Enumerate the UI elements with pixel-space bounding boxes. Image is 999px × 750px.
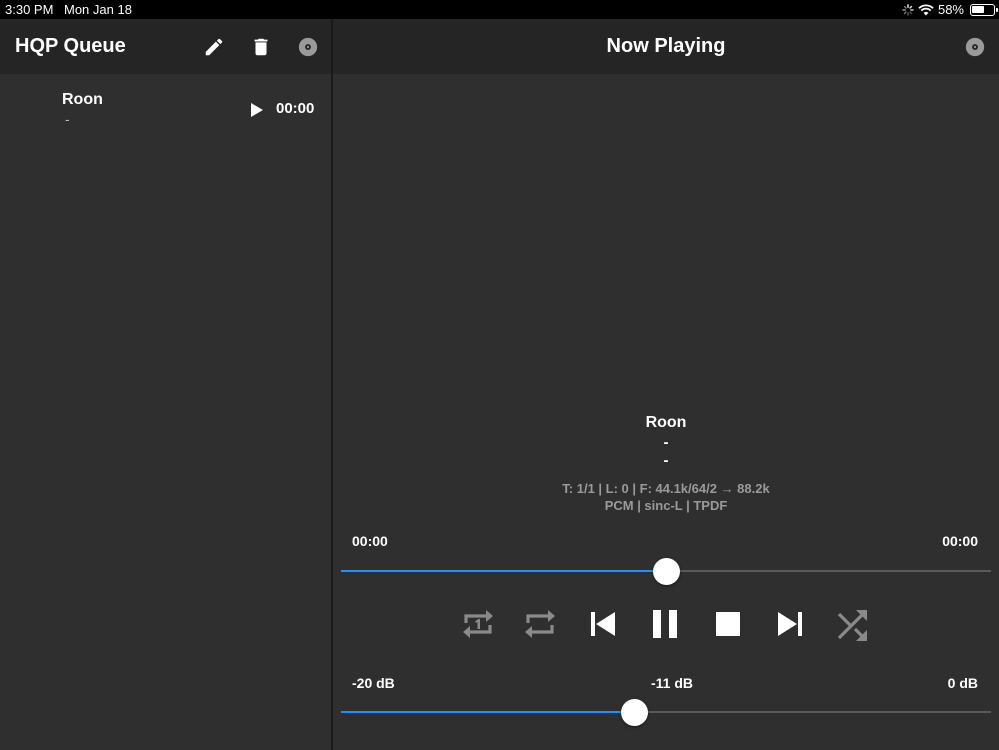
queue-item-duration: 00:00 bbox=[276, 100, 315, 117]
now-playing-pane: Now Playing Roon - - T: 1/1 | L: 0 | F: … bbox=[333, 19, 999, 750]
track-album: - bbox=[663, 452, 669, 469]
track-filter-info: PCM | sinc-L | TPDF bbox=[604, 498, 728, 513]
disc-icon[interactable] bbox=[297, 36, 319, 58]
track-artist: - bbox=[663, 434, 669, 451]
disc-icon[interactable] bbox=[964, 36, 986, 58]
track-format-info: T: 1/1 | L: 0 | F: 44.1k/64/2 → 88.2k bbox=[562, 481, 770, 496]
pencil-icon[interactable] bbox=[203, 36, 225, 58]
wifi-icon bbox=[918, 3, 934, 15]
transport-controls bbox=[333, 605, 999, 645]
track-title: Roon bbox=[645, 414, 687, 431]
remaining-time: 00:00 bbox=[942, 533, 978, 549]
volume-fill bbox=[341, 711, 634, 713]
volume-thumb[interactable] bbox=[620, 699, 648, 726]
repeat-icon[interactable] bbox=[521, 605, 559, 643]
status-time: 3:30 PM bbox=[5, 2, 54, 17]
queue-item[interactable]: Roon - 00:00 bbox=[0, 89, 331, 133]
battery-icon bbox=[970, 3, 998, 16]
stop-icon[interactable] bbox=[709, 605, 747, 643]
next-icon[interactable] bbox=[771, 605, 809, 643]
now-playing-title: Now Playing bbox=[606, 35, 726, 57]
queue-title: HQP Queue bbox=[15, 35, 126, 57]
now-playing-header: Now Playing bbox=[333, 19, 999, 74]
queue-header: HQP Queue bbox=[0, 19, 331, 74]
elapsed-time: 00:00 bbox=[352, 533, 388, 549]
progress-slider[interactable] bbox=[341, 556, 991, 586]
queue-pane: HQP Queue Roon - 00:00 bbox=[0, 19, 331, 750]
previous-icon[interactable] bbox=[584, 605, 622, 643]
trash-icon[interactable] bbox=[250, 36, 272, 58]
volume-slider[interactable] bbox=[341, 697, 991, 727]
activity-spinner-icon bbox=[902, 3, 914, 16]
volume-min-label: -20 dB bbox=[352, 675, 395, 691]
volume-max-label: 0 dB bbox=[947, 675, 978, 691]
volume-current-label: -11 dB bbox=[651, 675, 694, 691]
repeat-one-icon[interactable] bbox=[459, 605, 497, 643]
queue-item-title: Roon bbox=[62, 91, 103, 108]
queue-item-subtitle: - bbox=[65, 111, 70, 127]
play-icon[interactable] bbox=[250, 102, 264, 118]
progress-fill bbox=[341, 570, 666, 572]
shuffle-icon[interactable] bbox=[834, 605, 872, 643]
battery-percent: 58% bbox=[937, 2, 964, 17]
pause-icon[interactable] bbox=[646, 605, 684, 643]
battery-fill bbox=[972, 5, 984, 13]
status-bar: 3:30 PM Mon Jan 18 58% bbox=[0, 0, 999, 19]
status-right: 58% bbox=[902, 1, 998, 18]
status-date: Mon Jan 18 bbox=[64, 2, 132, 17]
progress-thumb[interactable] bbox=[653, 558, 680, 585]
